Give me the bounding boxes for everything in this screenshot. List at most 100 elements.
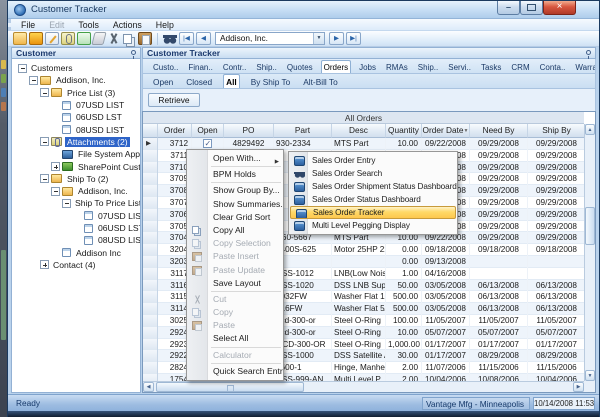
- first-record-button[interactable]: |◀: [179, 32, 194, 45]
- tab[interactable]: Conta..: [538, 61, 568, 73]
- tab[interactable]: Finan..: [186, 61, 214, 73]
- maximize-button[interactable]: [520, 1, 543, 15]
- column-header[interactable]: Part: [274, 124, 332, 138]
- save-icon[interactable]: [29, 32, 43, 45]
- context-menu-item[interactable]: BPM Holds: [187, 168, 283, 181]
- scroll-left-icon[interactable]: ◀: [143, 382, 154, 392]
- tab[interactable]: Contr..: [221, 61, 249, 73]
- context-menu-item[interactable]: Clear Grid Sort: [187, 211, 283, 224]
- row-selector[interactable]: [143, 150, 158, 162]
- column-header[interactable]: Desc: [332, 124, 386, 138]
- row-selector[interactable]: [143, 162, 158, 174]
- last-record-button[interactable]: ▶|: [346, 32, 361, 45]
- tree-expander[interactable]: [51, 162, 60, 171]
- subtab[interactable]: Closed: [184, 75, 214, 88]
- subtab[interactable]: All: [223, 74, 240, 88]
- row-selector[interactable]: ▶: [143, 138, 158, 150]
- tree-expander[interactable]: [40, 137, 49, 146]
- submenu-item[interactable]: Sales Order Search: [289, 167, 457, 180]
- context-menu-item[interactable]: Copy: [187, 306, 283, 319]
- tree-item[interactable]: Addison, Inc.: [12, 74, 140, 86]
- scroll-right-icon[interactable]: ▶: [573, 382, 584, 392]
- tree-item[interactable]: 08USD LIST: [12, 234, 140, 246]
- tab[interactable]: Tasks: [479, 61, 503, 73]
- tree-expander[interactable]: [62, 199, 71, 208]
- context-menu-item[interactable]: Show Summaries...: [187, 198, 283, 211]
- tab[interactable]: Ship..: [254, 61, 278, 73]
- submenu-item[interactable]: Sales Order Tracker: [290, 206, 456, 219]
- vertical-scrollbar[interactable]: ▲ ▼: [584, 124, 595, 381]
- menu-bar-item[interactable]: Actions: [113, 20, 142, 30]
- context-menu-item[interactable]: Paste Insert: [187, 250, 283, 263]
- close-button[interactable]: ×: [543, 1, 576, 15]
- row-selector[interactable]: [143, 185, 158, 197]
- tree-item[interactable]: 07USD LIST: [12, 99, 140, 111]
- title-bar[interactable]: Customer Tracker – ×: [8, 1, 599, 19]
- tab[interactable]: Servi..: [446, 61, 473, 73]
- column-header[interactable]: Order Date▼: [422, 124, 470, 138]
- tree-item[interactable]: 07USD LIST: [12, 210, 140, 222]
- row-selector[interactable]: [143, 362, 158, 374]
- scroll-up-icon[interactable]: ▲: [585, 124, 595, 135]
- tab[interactable]: Orders: [321, 60, 351, 73]
- context-menu-item[interactable]: Copy Selection: [187, 237, 283, 250]
- tab[interactable]: Quotes: [285, 61, 315, 73]
- customer-combo[interactable]: Addison, Inc. ▼: [215, 32, 325, 45]
- context-menu-item[interactable]: Cut: [187, 293, 283, 306]
- column-header[interactable]: Ship By: [528, 124, 586, 138]
- column-header[interactable]: Order: [158, 124, 192, 138]
- row-selector[interactable]: [143, 244, 158, 256]
- row-selector[interactable]: [143, 280, 158, 292]
- row-selector[interactable]: [143, 256, 158, 268]
- horizontal-scrollbar[interactable]: ◀ ▶: [143, 381, 584, 392]
- subtab[interactable]: Alt-Bill To: [301, 75, 339, 88]
- row-selector[interactable]: [143, 315, 158, 327]
- tree-expander[interactable]: [40, 174, 49, 183]
- tree-item[interactable]: SharePoint Customer: [12, 160, 140, 172]
- row-selector[interactable]: [143, 291, 158, 303]
- sheet-icon[interactable]: [77, 32, 91, 45]
- row-selector[interactable]: [143, 327, 158, 339]
- checkbox[interactable]: [203, 139, 212, 148]
- tab[interactable]: CRM: [509, 61, 531, 73]
- tree-item[interactable]: Attachments (2): [12, 136, 140, 148]
- submenu-item[interactable]: Multi Level Pegging Display: [289, 219, 457, 232]
- tree-item[interactable]: Ship To (2): [12, 173, 140, 185]
- submenu-item[interactable]: Sales Order Status Dashboard: [289, 193, 457, 206]
- new-icon[interactable]: [13, 32, 27, 45]
- row-selector[interactable]: [143, 350, 158, 362]
- tree-item[interactable]: File System Approval: [12, 148, 140, 160]
- context-menu-item[interactable]: Paste Update: [187, 264, 283, 277]
- context-menu-item[interactable]: Select All: [187, 332, 283, 345]
- clear-icon[interactable]: [91, 32, 106, 45]
- attachment-icon[interactable]: [61, 32, 75, 45]
- row-selector[interactable]: [143, 339, 158, 351]
- tree-item[interactable]: Addison, Inc.: [12, 185, 140, 197]
- column-header[interactable]: PO: [224, 124, 274, 138]
- tree-item[interactable]: 08USD LIST: [12, 123, 140, 135]
- menu-bar-item[interactable]: Tools: [78, 20, 99, 30]
- tree-item[interactable]: Ship To Price List (3): [12, 197, 140, 209]
- row-selector[interactable]: [143, 268, 158, 280]
- subtab[interactable]: Open: [151, 75, 175, 88]
- row-selector[interactable]: [143, 209, 158, 221]
- search-icon[interactable]: [163, 32, 177, 45]
- tree-expander[interactable]: [40, 88, 49, 97]
- row-selector[interactable]: [143, 221, 158, 233]
- cut-icon[interactable]: [107, 32, 121, 45]
- tab[interactable]: RMAs: [384, 61, 410, 73]
- tree-expander[interactable]: [29, 76, 38, 85]
- submenu-item[interactable]: Sales Order Shipment Status Dashboard: [289, 180, 457, 193]
- tab[interactable]: Warra..: [573, 61, 596, 73]
- prev-record-button[interactable]: ◀: [196, 32, 211, 45]
- submenu-item[interactable]: Sales Order Entry: [289, 154, 457, 167]
- tree-expander[interactable]: [51, 187, 60, 196]
- row-selector[interactable]: [143, 232, 158, 244]
- context-menu-item[interactable]: Save Layout: [187, 277, 283, 290]
- edit-icon[interactable]: [45, 32, 59, 45]
- tree-item[interactable]: Addison Inc: [12, 246, 140, 258]
- context-menu-item[interactable]: Copy All: [187, 224, 283, 237]
- tree-item[interactable]: 06USD LST: [12, 222, 140, 234]
- scroll-down-icon[interactable]: ▼: [585, 370, 595, 381]
- context-menu-item[interactable]: Calculator: [187, 349, 283, 362]
